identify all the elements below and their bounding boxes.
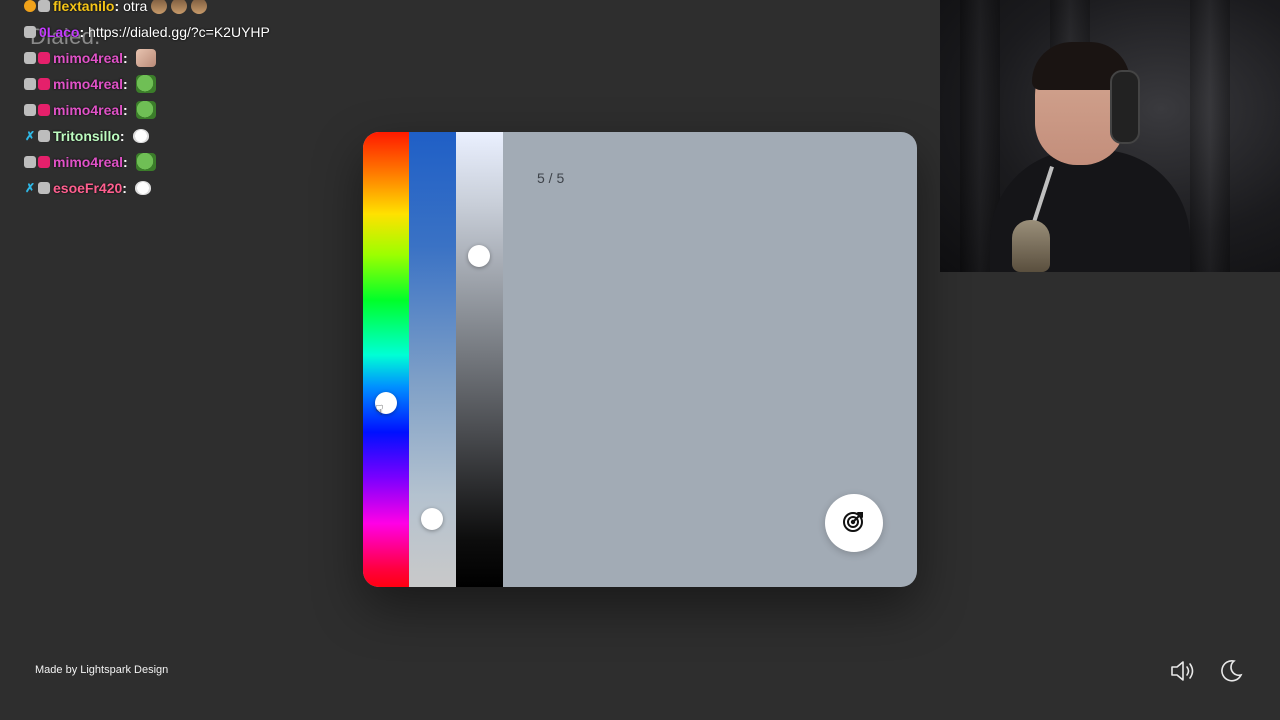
speaker-icon[interactable]	[1168, 656, 1198, 686]
pink-badge-icon	[38, 104, 50, 116]
lightness-slider[interactable]	[456, 132, 503, 587]
chat-username[interactable]: Tritonsillo	[53, 128, 120, 144]
chat-username[interactable]: esoeFr420	[53, 180, 122, 196]
dice-target-icon	[841, 508, 867, 539]
chat-badges	[24, 52, 50, 64]
chat-username[interactable]: 0Laco	[39, 24, 79, 40]
pepe-emote-icon	[135, 153, 156, 171]
hand-cursor-icon: ☟	[375, 402, 384, 418]
pink-badge-icon	[38, 52, 50, 64]
chat-username[interactable]: mimo4real	[53, 76, 123, 92]
pepe-emote-icon	[135, 101, 156, 119]
gray-badge-icon	[38, 0, 50, 12]
chat-text: https://dialed.gg/?c=K2UYHP	[88, 24, 270, 40]
cyan-badge-icon: ✗	[24, 181, 36, 195]
chat-message: mimo4real:	[24, 71, 344, 97]
footer-credit: Made by Lightspark Design	[35, 664, 169, 676]
round-counter: 5 / 5	[537, 170, 565, 186]
chat-colon: :	[114, 0, 120, 14]
gray-badge-icon	[38, 130, 50, 142]
face-emote-icon	[171, 0, 188, 14]
gray-badge-icon	[24, 104, 36, 116]
chat-overlay: flextanilo: otra 0Laco: https://dialed.gg/?…	[24, 0, 344, 201]
gold-badge-icon	[24, 0, 36, 12]
gray-badge-icon	[24, 156, 36, 168]
chat-badges	[24, 0, 50, 12]
chat-message: 0Laco: https://dialed.gg/?c=K2UYHP	[24, 19, 344, 45]
submit-guess-button[interactable]	[825, 494, 883, 552]
chat-badges: ✗	[24, 129, 50, 143]
lightness-slider-handle[interactable]	[468, 245, 490, 267]
cyan-badge-icon: ✗	[24, 129, 36, 143]
hue-slider[interactable]	[363, 132, 409, 587]
gray-badge-icon	[24, 52, 36, 64]
gray-badge-icon	[24, 78, 36, 90]
chat-username[interactable]: mimo4real	[53, 154, 123, 170]
chat-colon: :	[119, 128, 125, 144]
face-emote-icon	[191, 0, 208, 14]
gray-badge-icon	[24, 26, 36, 38]
pepe-emote-icon	[135, 75, 156, 93]
chat-message: mimo4real:	[24, 97, 344, 123]
chat-colon: :	[79, 24, 85, 40]
headphones	[1110, 70, 1140, 144]
chat-colon: :	[123, 154, 128, 170]
chat-message: ✗ esoeFr420:	[24, 175, 344, 201]
face-emote-icon	[151, 0, 168, 14]
person-emote-icon	[135, 49, 156, 67]
chat-badges	[24, 156, 50, 168]
chat-text: otra	[123, 0, 148, 14]
chat-colon: :	[123, 76, 128, 92]
mate-cup	[1012, 220, 1050, 272]
cat-emote-icon	[134, 181, 151, 195]
chat-colon: :	[123, 50, 128, 66]
chat-message: mimo4real:	[24, 45, 344, 71]
footer-controls	[1168, 656, 1246, 686]
saturation-slider-handle[interactable]	[421, 508, 443, 530]
webcam-feed	[940, 0, 1280, 272]
chat-message: flextanilo: otra	[24, 0, 344, 19]
chat-message: mimo4real:	[24, 149, 344, 175]
chat-username[interactable]: mimo4real	[53, 102, 123, 118]
moon-icon[interactable]	[1216, 656, 1246, 686]
chat-badges	[24, 26, 36, 38]
chat-badges	[24, 104, 50, 116]
chat-message: ✗ Tritonsillo:	[24, 123, 344, 149]
pink-badge-icon	[38, 156, 50, 168]
chat-badges	[24, 78, 50, 90]
chat-colon: :	[122, 180, 127, 196]
gray-badge-icon	[38, 182, 50, 194]
chat-username[interactable]: mimo4real	[53, 50, 123, 66]
color-picker-card: ☟ 5 / 5	[363, 132, 917, 587]
chat-username[interactable]: flextanilo	[53, 0, 114, 14]
pink-badge-icon	[38, 78, 50, 90]
cat-emote-icon	[132, 129, 149, 143]
chat-badges: ✗	[24, 181, 50, 195]
chat-colon: :	[123, 102, 128, 118]
